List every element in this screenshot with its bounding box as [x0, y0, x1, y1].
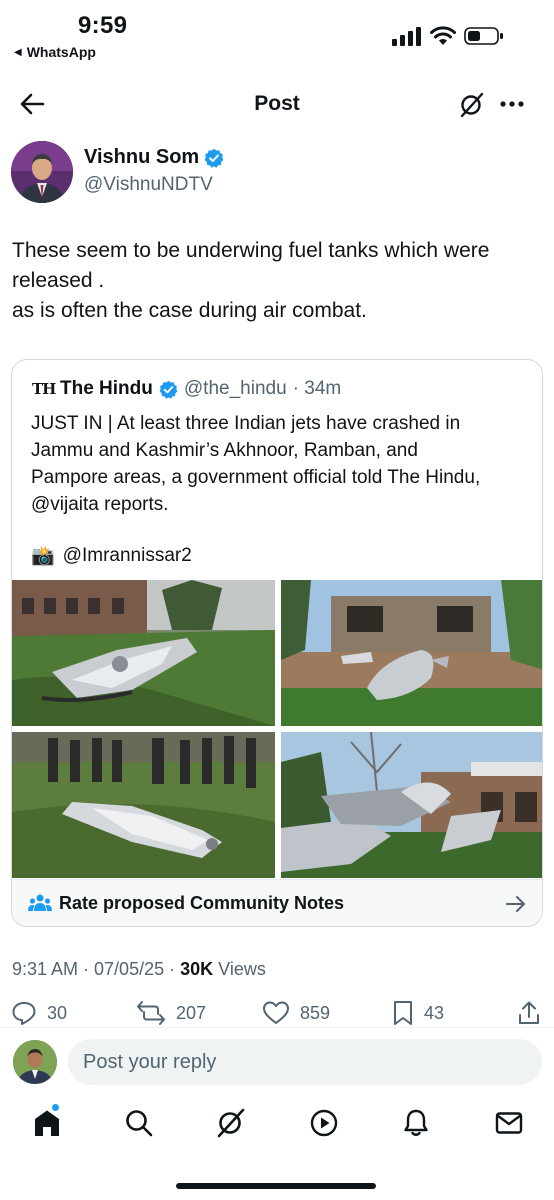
views-count: 30K — [180, 959, 214, 979]
post-text: These seem to be underwing fuel tanks wh… — [12, 236, 547, 326]
author-name-text: Vishnu Som — [84, 146, 200, 168]
home-notification-dot — [52, 1104, 59, 1111]
share-icon — [519, 1001, 539, 1024]
verified-badge-icon — [159, 380, 178, 399]
grok-icon — [217, 1108, 245, 1138]
bookmark-button[interactable]: 43 — [392, 1000, 444, 1026]
author-name[interactable]: Vishnu Som — [84, 146, 224, 169]
heart-icon — [263, 1001, 289, 1024]
photo-credit-handle: @Imrannissar2 — [62, 545, 192, 566]
quoted-post-card[interactable]: TH The Hindu @the_hindu · 34m JUST IN | … — [11, 359, 543, 927]
back-triangle-icon: ◀ — [14, 46, 22, 58]
tab-notifications[interactable] — [401, 1108, 431, 1138]
tab-video[interactable] — [309, 1108, 339, 1138]
wreckage-photo-3[interactable] — [12, 732, 275, 878]
quoted-post-header: TH The Hindu @the_hindu · 34m — [32, 378, 341, 400]
repost-count: 207 — [176, 1002, 207, 1023]
status-time: 9:59 — [78, 12, 128, 39]
photo-credit: 📸 @Imrannissar2 — [31, 544, 192, 568]
quoted-text-line: JUST IN | At least three Indian jets hav… — [31, 413, 461, 434]
wreckage-photo-2[interactable] — [281, 580, 542, 726]
arrow-right-icon — [506, 896, 525, 912]
reply-icon — [12, 1002, 36, 1025]
people-icon — [28, 894, 52, 911]
cellular-signal-icon — [392, 27, 421, 46]
quoted-author-name: The Hindu — [60, 378, 153, 399]
quoted-post-text: JUST IN | At least three Indian jets hav… — [31, 410, 536, 518]
reply-input[interactable] — [68, 1039, 542, 1085]
status-bar: 9:59 ◀ WhatsApp — [0, 0, 554, 64]
quoted-text-line: Pampore areas, a government official tol… — [31, 467, 481, 488]
post-text-line: These seem to be underwing fuel tanks wh… — [12, 239, 490, 262]
battery-icon — [464, 27, 503, 45]
user-avatar[interactable] — [13, 1040, 57, 1084]
author-handle[interactable]: @VishnuNDTV — [84, 174, 213, 196]
search-icon — [126, 1110, 153, 1137]
community-notes-bar[interactable]: Rate proposed Community Notes — [12, 879, 542, 926]
like-button[interactable]: 859 — [262, 1000, 330, 1026]
like-count: 859 — [300, 1002, 331, 1023]
messages-icon — [495, 1112, 523, 1134]
wreckage-photo-4[interactable] — [281, 732, 542, 878]
tab-home[interactable] — [32, 1104, 62, 1138]
post-text-line: released . — [12, 269, 105, 292]
bottom-tab-bar — [0, 1100, 554, 1150]
wifi-icon — [430, 26, 456, 45]
back-to-app-link[interactable]: ◀ WhatsApp — [14, 44, 96, 60]
verified-badge-icon — [204, 148, 224, 168]
back-app-label: WhatsApp — [26, 44, 96, 60]
bookmark-icon — [394, 1001, 412, 1025]
reply-button[interactable]: 30 — [11, 1000, 67, 1026]
video-icon — [310, 1109, 338, 1137]
tab-grok[interactable] — [216, 1108, 246, 1138]
quoted-text-line: Jammu and Kashmir’s Akhnoor, Ramban, and — [31, 440, 418, 461]
repost-icon — [137, 1001, 165, 1025]
wreckage-photo-1[interactable] — [12, 580, 275, 726]
reply-count: 30 — [47, 1002, 68, 1023]
post-timestamp: 9:31 AM · 07/05/25 · — [12, 959, 181, 979]
quoted-text-line: @vijaita reports. — [31, 494, 169, 515]
repost-button[interactable]: 207 — [136, 1000, 206, 1026]
post-meta: 9:31 AM · 07/05/25 · 30K Views — [12, 959, 266, 980]
reply-bar — [0, 1027, 554, 1095]
share-button[interactable] — [517, 1000, 541, 1026]
action-bar: 30 207 859 43 — [0, 1000, 554, 1030]
home-indicator — [176, 1183, 376, 1189]
community-notes-label: Rate proposed Community Notes — [59, 893, 345, 913]
views-label: Views — [213, 959, 266, 979]
tab-messages[interactable] — [494, 1108, 524, 1138]
quoted-post-age: · 34m — [292, 378, 342, 399]
system-icons — [392, 26, 504, 46]
grok-icon[interactable] — [459, 92, 485, 118]
quoted-author-handle: @the_hindu — [183, 378, 287, 399]
author-avatar[interactable] — [11, 141, 73, 203]
bookmark-count: 43 — [424, 1002, 445, 1023]
notifications-icon — [404, 1109, 428, 1136]
post-header: Post — [0, 80, 554, 128]
more-icon[interactable] — [498, 93, 526, 115]
camera-flash-icon: 📸 — [31, 546, 55, 567]
tab-search[interactable] — [124, 1108, 154, 1138]
the-hindu-logo: TH — [32, 380, 56, 398]
home-icon — [35, 1110, 59, 1136]
post-text-line: as is often the case during air combat. — [12, 299, 367, 322]
